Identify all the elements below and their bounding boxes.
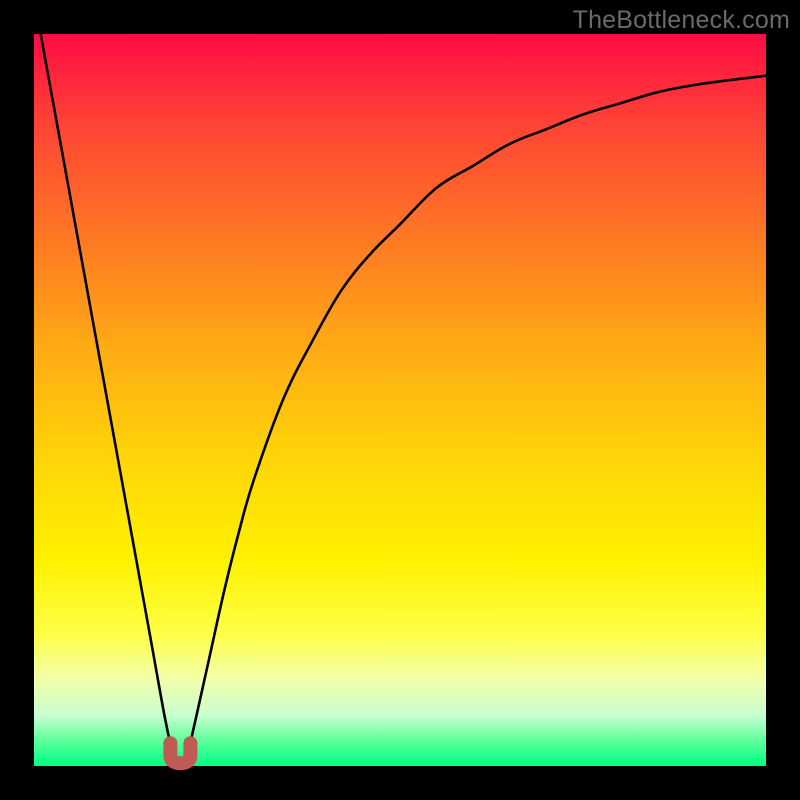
curve-svg — [34, 34, 766, 766]
minimum-marker — [170, 743, 190, 763]
watermark-text: TheBottleneck.com — [573, 6, 790, 35]
plot-area — [34, 34, 766, 766]
outer-frame: TheBottleneck.com — [0, 0, 800, 800]
bottleneck-curve-path — [34, 0, 766, 762]
